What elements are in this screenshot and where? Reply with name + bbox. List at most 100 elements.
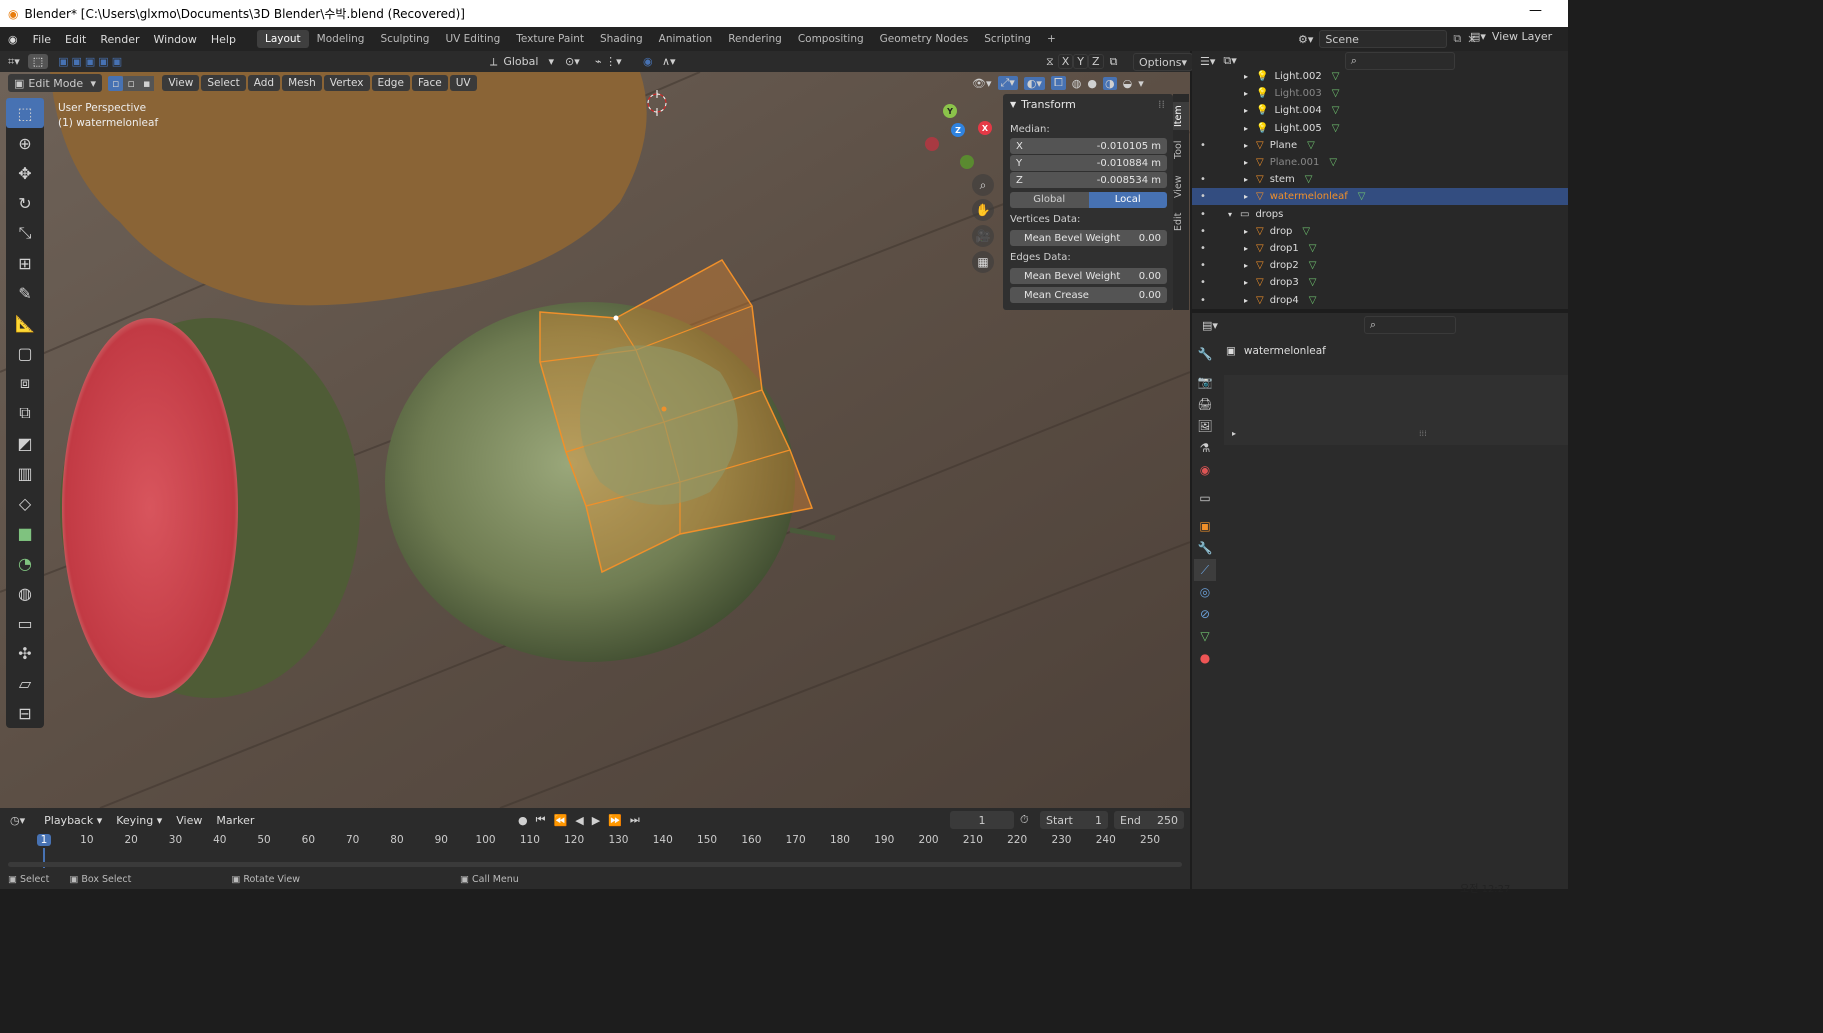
mesh-data-icon[interactable]: ▽ — [1332, 88, 1340, 99]
frame-ruler[interactable]: 1 10 20 30 40 50 60 70 80 90 100 110 120 130 140 150 160… — [0, 834, 1190, 852]
outliner-row[interactable]: • ▸ ▽ watermelonleaf ▽ — [1192, 188, 1568, 206]
expand-arrow-icon[interactable]: ▸ — [1244, 296, 1256, 305]
annotate-tool[interactable]: ✎ — [6, 278, 44, 308]
display-mode-icon[interactable]: ⧉▾ — [1223, 54, 1236, 68]
proportional-edit-icon[interactable]: ◉ — [643, 55, 653, 68]
menu-mesh[interactable]: Mesh — [282, 75, 322, 91]
timeline-scrollbar[interactable] — [8, 862, 1182, 867]
overlay-icon[interactable]: ◐▾ — [1023, 76, 1045, 90]
expand-arrow-icon[interactable]: ▾ — [1228, 210, 1240, 219]
new-scene-icon[interactable]: ⧉ — [1453, 32, 1461, 46]
outliner-row[interactable]: ▸ 💡 Light.002 ▽ — [1192, 68, 1568, 85]
mesh-data-icon[interactable]: ▽ — [1305, 174, 1313, 185]
tab-compositing[interactable]: Compositing — [790, 30, 872, 48]
bevel-tool[interactable]: ◩ — [6, 428, 44, 458]
poly-build-tool[interactable]: ■ — [6, 518, 44, 548]
outliner-row[interactable]: ▸ 💡 Light.003 ▽ — [1192, 85, 1568, 102]
gizmo-neg-x[interactable] — [925, 137, 939, 151]
constraint-properties-icon[interactable]: ⊘ — [1194, 603, 1216, 625]
marker-menu[interactable]: Marker — [209, 814, 261, 827]
visibility-dot-icon[interactable]: • — [1200, 209, 1210, 220]
render-properties-icon[interactable]: 📷 — [1194, 371, 1216, 393]
mesh-data-icon[interactable]: ▽ — [1332, 71, 1340, 82]
tab-shading[interactable]: Shading — [592, 30, 651, 48]
timeline-editor-icon[interactable]: ◷▾ — [10, 814, 25, 827]
tab-tool[interactable]: Tool — [1173, 138, 1189, 162]
editor-type-icon[interactable]: ⌗▾ — [0, 55, 28, 69]
view-layer-properties-icon[interactable]: 🖼 — [1194, 415, 1216, 437]
mesh-data-icon[interactable]: ▽ — [1332, 105, 1340, 116]
menu-face[interactable]: Face — [411, 75, 448, 91]
menu-vertex[interactable]: Vertex — [323, 75, 370, 91]
visibility-dot-icon[interactable]: • — [1200, 140, 1210, 151]
camera-icon[interactable]: 🎥 — [972, 225, 994, 247]
menu-view[interactable]: View — [162, 75, 200, 91]
mirror-x[interactable]: X — [1057, 54, 1074, 69]
jump-start-icon[interactable]: ⏮ — [536, 813, 546, 827]
mean-crease-field[interactable]: Mean Crease 0.00 — [1010, 287, 1167, 303]
expand-arrow-icon[interactable]: ▸ — [1244, 124, 1256, 133]
transform-header[interactable]: ▼ Transform — [1010, 98, 1076, 111]
shading-options-icon[interactable]: ▾ — [1138, 77, 1144, 90]
measure-tool[interactable]: 📐 — [6, 308, 44, 338]
add-workspace-button[interactable]: + — [1039, 30, 1064, 48]
play-reverse-icon[interactable]: ◀ — [575, 814, 583, 827]
tab-view[interactable]: View — [1173, 174, 1189, 200]
cursor-tool[interactable]: ⊕ — [6, 128, 44, 158]
expand-arrow-icon[interactable]: ▸ — [1244, 141, 1256, 150]
snap-icon[interactable]: ⌁ ⋮▾ — [595, 55, 622, 68]
visibility-dot-icon[interactable]: • — [1200, 191, 1210, 202]
pan-hand-icon[interactable]: ✋ — [972, 199, 994, 221]
material-shading-icon[interactable]: ◑ — [1102, 76, 1117, 90]
visibility-dot-icon[interactable]: • — [1200, 260, 1210, 271]
smooth-tool[interactable]: ◍ — [6, 578, 44, 608]
outliner-row[interactable]: • ▸ ▽ drop4 ▽ — [1192, 292, 1568, 309]
tab-rendering[interactable]: Rendering — [720, 30, 790, 48]
add-cube-tool[interactable]: ▢ — [6, 338, 44, 368]
vertex-bevel-weight-field[interactable]: Mean Bevel Weight 0.00 — [1010, 230, 1167, 246]
mesh-data-icon[interactable]: ▽ — [1309, 260, 1317, 271]
mirror-icon[interactable]: ⧖ — [1046, 55, 1054, 69]
outliner-row[interactable]: • ▾ ▭ drops — [1192, 206, 1568, 223]
collection-properties-icon[interactable]: ▭ — [1194, 487, 1216, 509]
expand-arrow-icon[interactable]: ▸ — [1244, 278, 1256, 287]
visibility-dot-icon[interactable]: • — [1200, 243, 1210, 254]
shrink-fatten-tool[interactable]: ✣ — [6, 638, 44, 668]
visibility-dot-icon[interactable]: • — [1200, 174, 1210, 185]
median-x-field[interactable]: X -0.010105 m — [1010, 138, 1167, 154]
scene-properties-icon[interactable]: ⚗ — [1194, 437, 1216, 459]
jump-keyframe-forward-icon[interactable]: ⏩ — [608, 814, 622, 827]
expand-arrow-icon[interactable]: ▸ — [1244, 72, 1256, 81]
edge-select-icon[interactable]: ▫ — [123, 75, 139, 91]
menu-render[interactable]: Render — [93, 33, 146, 46]
pivot-icon[interactable]: ⊙▾ — [565, 55, 580, 68]
material-properties-icon[interactable]: ● — [1194, 647, 1216, 669]
drag-handle-icon[interactable]: ⁞⁞ — [1158, 98, 1165, 111]
mesh-data-icon[interactable]: ▽ — [1358, 191, 1366, 202]
shear-tool[interactable]: ▱ — [6, 668, 44, 698]
jump-end-icon[interactable]: ⏭ — [630, 813, 640, 827]
gizmo-toggle-icon[interactable]: ⤢▾ — [997, 76, 1018, 90]
median-y-field[interactable]: Y -0.010884 m — [1010, 155, 1167, 171]
gizmo-z-axis[interactable]: Z — [951, 123, 965, 137]
edge-slide-tool[interactable]: ▭ — [6, 608, 44, 638]
tab-modeling[interactable]: Modeling — [309, 30, 373, 48]
outliner-row[interactable]: • ▸ ▽ drop2 ▽ — [1192, 257, 1568, 274]
visibility-dot-icon[interactable]: • — [1200, 277, 1210, 288]
world-properties-icon[interactable]: ◉ — [1194, 459, 1216, 481]
tab-item[interactable]: Item — [1173, 102, 1189, 130]
scale-tool[interactable]: ⤡ — [6, 218, 44, 248]
visibility-dot-icon[interactable]: • — [1200, 226, 1210, 237]
expand-arrow-icon[interactable]: ▸ — [1244, 158, 1256, 167]
modifier-properties-icon[interactable]: 🔧 — [1194, 537, 1216, 559]
visibility-icon[interactable]: 👁▾ — [972, 77, 992, 90]
expand-arrow-icon[interactable]: ▸ — [1244, 106, 1256, 115]
spin-tool[interactable]: ◔ — [6, 548, 44, 578]
data-properties-icon[interactable]: ▽ — [1194, 625, 1216, 647]
resize-handle-icon[interactable]: ⁞⁞⁞ — [1419, 429, 1427, 438]
wireframe-shading-icon[interactable]: ◍ — [1072, 77, 1082, 90]
local-toggle[interactable]: Local — [1088, 192, 1167, 208]
minimize-button[interactable]: — — [1529, 3, 1542, 18]
outliner-row[interactable]: • ▸ ▽ stem ▽ — [1192, 171, 1568, 188]
mesh-data-icon[interactable]: ▽ — [1309, 277, 1317, 288]
